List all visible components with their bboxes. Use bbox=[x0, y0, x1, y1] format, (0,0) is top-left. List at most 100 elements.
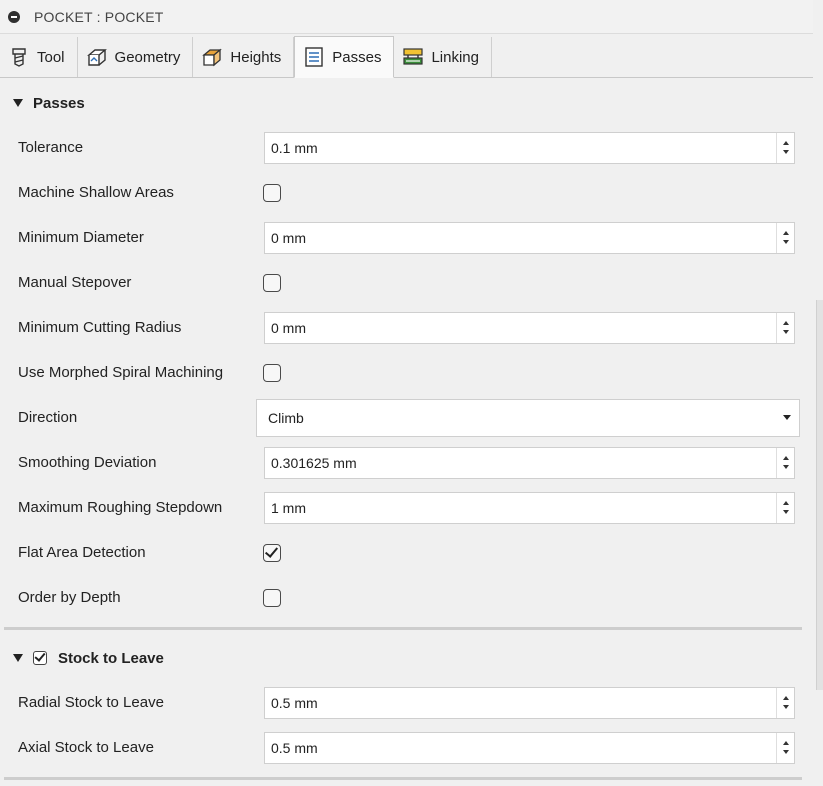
manual-stepover-row: Manual Stepover bbox=[0, 260, 813, 305]
radial-stock-row: Radial Stock to Leave bbox=[0, 680, 813, 725]
tab-linking-label: Linking bbox=[431, 48, 479, 66]
min-diameter-spin-buttons bbox=[776, 222, 794, 253]
manual-stepover-checkbox[interactable] bbox=[263, 273, 281, 292]
flat-area-row: Flat Area Detection bbox=[0, 530, 813, 575]
order-depth-row: Order by Depth bbox=[0, 575, 813, 620]
spin-up-icon[interactable] bbox=[782, 231, 789, 235]
smoothing-spinbox bbox=[264, 446, 795, 479]
tab-bar: Tool Geometry Heights Passes Linking bbox=[0, 35, 813, 78]
checkmark-icon bbox=[264, 543, 279, 558]
radial-stock-label: Radial Stock to Leave bbox=[18, 694, 164, 711]
min-cutting-radius-label: Minimum Cutting Radius bbox=[18, 319, 182, 336]
spin-up-icon[interactable] bbox=[782, 501, 789, 505]
min-cutting-radius-spin-buttons bbox=[776, 312, 794, 343]
geometry-icon bbox=[86, 49, 107, 66]
direction-select[interactable]: Climb bbox=[256, 398, 800, 437]
min-cutting-radius-spinbox bbox=[264, 311, 795, 344]
tab-geometry-label: Geometry bbox=[114, 48, 181, 66]
smoothing-input[interactable] bbox=[265, 448, 776, 477]
axial-stock-row: Axial Stock to Leave bbox=[0, 725, 813, 770]
min-cutting-radius-input[interactable] bbox=[265, 313, 776, 342]
max-stepdown-spin-buttons bbox=[776, 492, 794, 523]
max-stepdown-spinbox bbox=[264, 491, 795, 524]
manual-stepover-label: Manual Stepover bbox=[18, 274, 132, 291]
order-depth-label: Order by Depth bbox=[18, 589, 121, 606]
spin-down-icon[interactable] bbox=[782, 750, 789, 754]
spin-up-icon[interactable] bbox=[782, 741, 789, 745]
tab-passes[interactable]: Passes bbox=[294, 36, 395, 78]
min-diameter-label: Minimum Diameter bbox=[18, 229, 144, 246]
tolerance-label: Tolerance bbox=[18, 139, 84, 156]
panel-title: POCKET : POCKET bbox=[34, 8, 164, 25]
machine-shallow-row: Machine Shallow Areas bbox=[0, 170, 813, 215]
tab-passes-label: Passes bbox=[332, 48, 382, 66]
min-diameter-input[interactable] bbox=[265, 223, 776, 252]
max-stepdown-row: Maximum Roughing Stepdown bbox=[0, 485, 813, 530]
max-stepdown-input[interactable] bbox=[265, 493, 776, 522]
scrollbar[interactable] bbox=[816, 300, 823, 690]
spin-down-icon[interactable] bbox=[782, 240, 789, 244]
stock-section-title: Stock to Leave bbox=[58, 649, 164, 667]
section-divider bbox=[4, 627, 802, 630]
radial-stock-spin-buttons bbox=[776, 687, 794, 718]
min-diameter-row: Minimum Diameter bbox=[0, 215, 813, 260]
tab-tool[interactable]: Tool bbox=[0, 37, 78, 77]
max-stepdown-label: Maximum Roughing Stepdown bbox=[18, 499, 223, 516]
machine-shallow-label: Machine Shallow Areas bbox=[18, 184, 174, 201]
morphed-spiral-checkbox[interactable] bbox=[263, 363, 281, 382]
tolerance-spinbox bbox=[264, 131, 795, 164]
machine-shallow-checkbox[interactable] bbox=[263, 183, 281, 202]
heights-icon bbox=[202, 48, 223, 67]
direction-value: Climb bbox=[268, 409, 304, 426]
passes-section-title: Passes bbox=[33, 94, 85, 112]
min-cutting-radius-row: Minimum Cutting Radius bbox=[0, 305, 813, 350]
spin-down-icon[interactable] bbox=[782, 705, 789, 709]
tab-geometry[interactable]: Geometry bbox=[77, 37, 194, 77]
tab-heights-label: Heights bbox=[230, 48, 282, 66]
stock-enable-checkbox[interactable] bbox=[33, 650, 47, 665]
collapse-triangle-icon bbox=[13, 654, 23, 662]
axial-stock-spin-buttons bbox=[776, 732, 794, 763]
axial-stock-label: Axial Stock to Leave bbox=[18, 739, 154, 756]
tool-icon bbox=[12, 48, 26, 67]
spin-down-icon[interactable] bbox=[782, 510, 789, 514]
spin-down-icon[interactable] bbox=[782, 465, 789, 469]
checkmark-icon bbox=[34, 650, 46, 662]
morphed-spiral-row: Use Morphed Spiral Machining bbox=[0, 350, 813, 395]
collapse-triangle-icon bbox=[13, 99, 23, 107]
tab-linking[interactable]: Linking bbox=[394, 37, 492, 77]
min-diameter-spinbox bbox=[264, 221, 795, 254]
chevron-down-icon bbox=[783, 415, 791, 420]
smoothing-label: Smoothing Deviation bbox=[18, 454, 157, 471]
tab-heights[interactable]: Heights bbox=[193, 37, 295, 77]
radial-stock-spinbox bbox=[264, 686, 795, 719]
collapse-dot-icon[interactable] bbox=[8, 10, 20, 23]
direction-label: Direction bbox=[18, 409, 78, 426]
smoothing-spin-buttons bbox=[776, 447, 794, 478]
direction-row: Direction Climb bbox=[0, 395, 813, 440]
flat-area-checkbox[interactable] bbox=[263, 543, 281, 562]
flat-area-label: Flat Area Detection bbox=[18, 544, 146, 561]
axial-stock-input[interactable] bbox=[265, 733, 776, 762]
spin-up-icon[interactable] bbox=[782, 696, 789, 700]
radial-stock-input[interactable] bbox=[265, 688, 776, 717]
linking-icon bbox=[403, 48, 424, 65]
section-divider bbox=[4, 777, 802, 780]
stock-section-header[interactable]: Stock to Leave bbox=[0, 638, 813, 678]
spin-down-icon[interactable] bbox=[782, 150, 789, 154]
tolerance-input[interactable] bbox=[265, 133, 776, 162]
spin-up-icon[interactable] bbox=[782, 456, 789, 460]
spin-down-icon[interactable] bbox=[782, 330, 789, 334]
spin-up-icon[interactable] bbox=[782, 321, 789, 325]
tolerance-row: Tolerance bbox=[0, 125, 813, 170]
passes-icon bbox=[305, 47, 323, 67]
spin-up-icon[interactable] bbox=[782, 141, 789, 145]
tolerance-spin-buttons bbox=[776, 132, 794, 163]
panel-titlebar: POCKET : POCKET bbox=[0, 0, 813, 34]
order-depth-checkbox[interactable] bbox=[263, 588, 281, 607]
morphed-spiral-label: Use Morphed Spiral Machining bbox=[18, 364, 224, 381]
axial-stock-spinbox bbox=[264, 731, 795, 764]
tab-tool-label: Tool bbox=[37, 48, 65, 66]
passes-section-header[interactable]: Passes bbox=[0, 83, 813, 123]
smoothing-row: Smoothing Deviation bbox=[0, 440, 813, 485]
